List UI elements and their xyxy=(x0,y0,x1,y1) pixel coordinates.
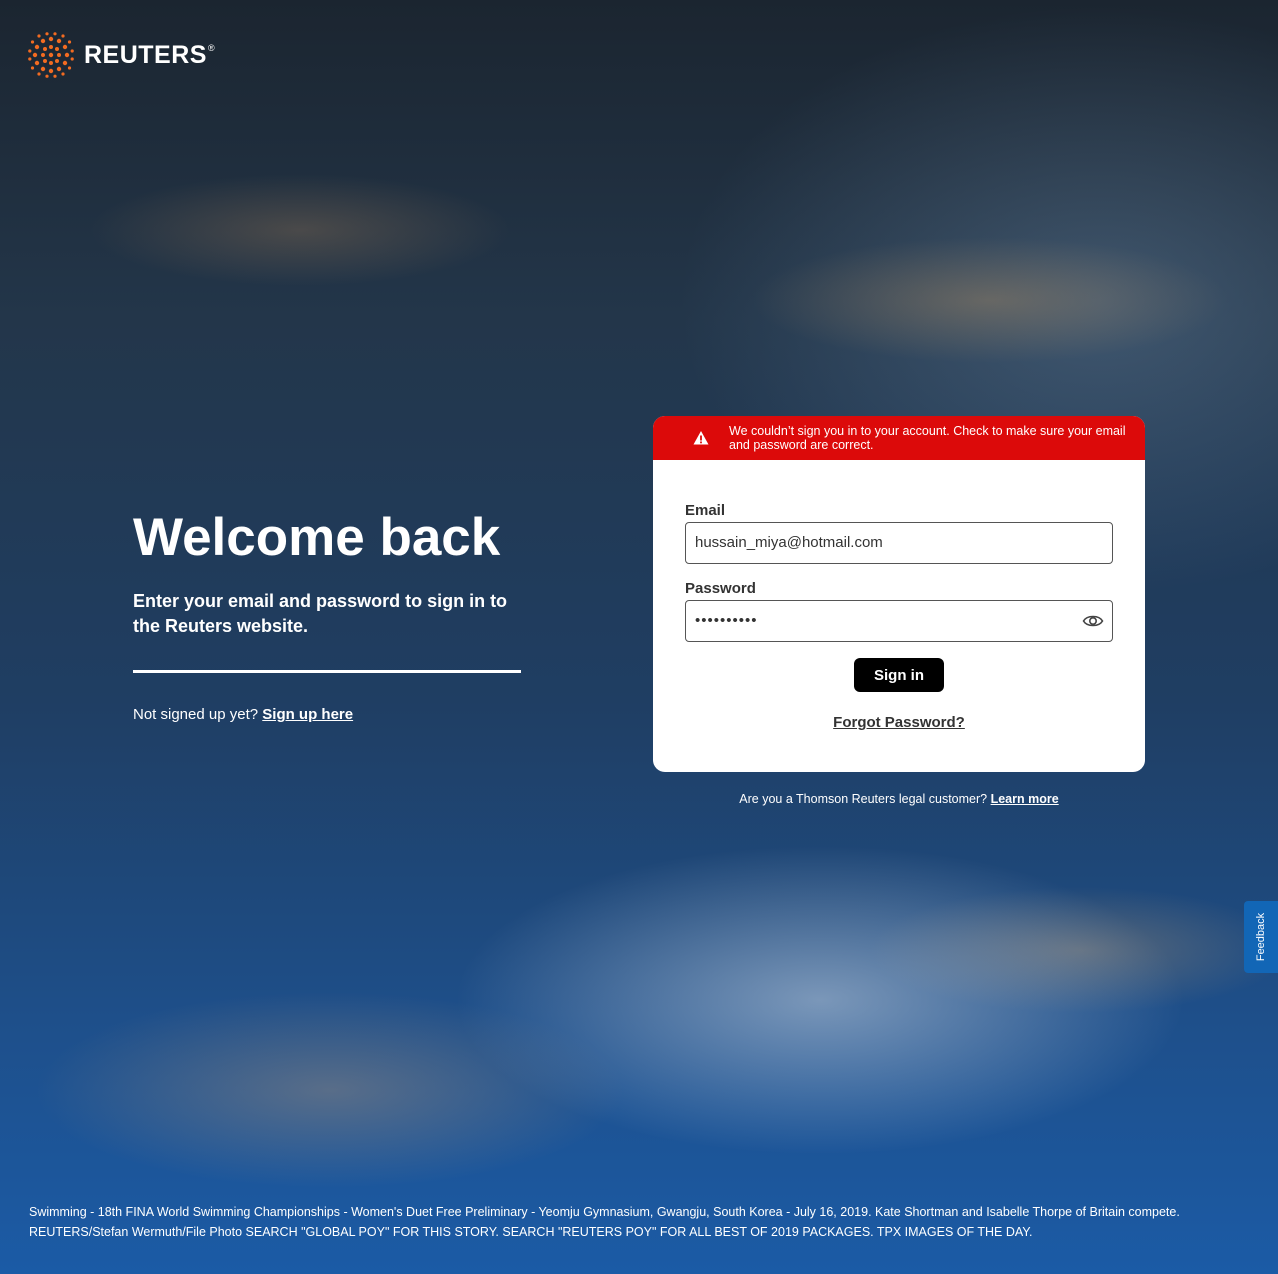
feedback-tab[interactable]: Feedback xyxy=(1244,901,1278,973)
signin-card: We couldn’t sign you in to your account.… xyxy=(653,416,1145,772)
eye-icon[interactable] xyxy=(1082,612,1104,630)
divider xyxy=(133,670,521,673)
signup-prompt: Not signed up yet? Sign up here xyxy=(133,706,523,723)
reuters-logo-text: REUTERS® xyxy=(84,40,216,69)
reuters-logo[interactable]: REUTERS® xyxy=(28,32,215,78)
signin-button[interactable]: Sign in xyxy=(854,658,944,692)
password-field-wrapper xyxy=(685,600,1113,642)
learn-more-link[interactable]: Learn more xyxy=(991,792,1059,806)
welcome-panel: Welcome back Enter your email and passwo… xyxy=(133,505,523,723)
page-title: Welcome back xyxy=(133,508,501,567)
email-field[interactable] xyxy=(686,523,1064,561)
error-alert: We couldn’t sign you in to your account.… xyxy=(653,416,1145,460)
signup-link[interactable]: Sign up here xyxy=(262,706,353,723)
error-message: We couldn’t sign you in to your account.… xyxy=(729,424,1126,452)
email-label: Email xyxy=(685,502,726,519)
feedback-label: Feedback xyxy=(1255,912,1267,962)
legal-customer-prompt: Are you a Thomson Reuters legal customer… xyxy=(653,792,1145,806)
signin-form: Email Password Sign in Forgot Password? xyxy=(653,460,1145,731)
password-field[interactable] xyxy=(686,601,1064,639)
page-subtitle: Enter your email and password to sign in… xyxy=(133,591,508,636)
signup-prompt-text: Not signed up yet? xyxy=(133,706,259,723)
email-field-wrapper xyxy=(685,522,1113,564)
reuters-logo-icon xyxy=(28,32,74,78)
warning-icon xyxy=(693,431,709,445)
legal-prompt-text: Are you a Thomson Reuters legal customer… xyxy=(739,792,988,806)
password-label: Password xyxy=(685,580,756,597)
forgot-password-link[interactable]: Forgot Password? xyxy=(685,714,1113,731)
photo-caption: Swimming - 18th FINA World Swimming Cham… xyxy=(29,1205,1180,1239)
